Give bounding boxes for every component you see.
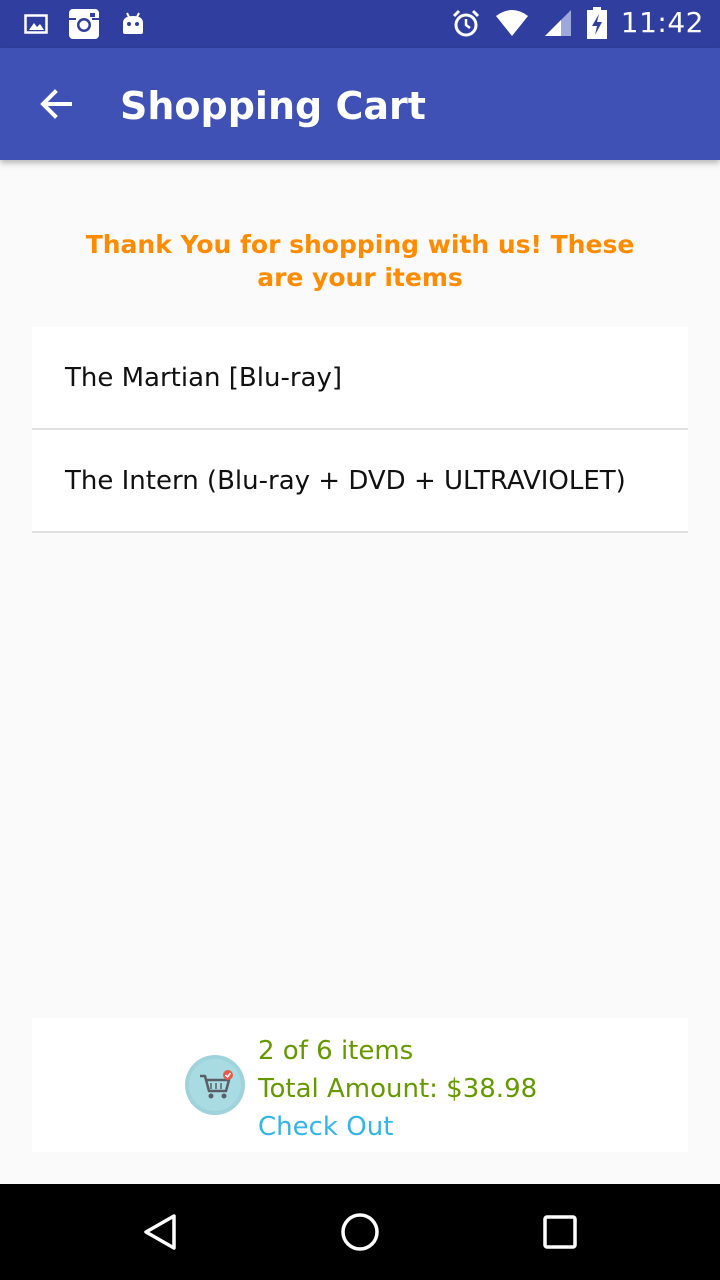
back-button[interactable] <box>28 76 84 132</box>
app-bar: Shopping Cart <box>0 48 720 160</box>
nav-recents-button[interactable] <box>536 1208 584 1256</box>
thank-you-message: Thank You for shopping with us! These ar… <box>85 230 635 292</box>
summary-text: 2 of 6 items Total Amount: $38.98 Check … <box>258 1032 537 1146</box>
android-icon <box>123 12 143 34</box>
recents-square-icon <box>543 1215 577 1249</box>
status-bar: 11:42 <box>0 0 720 48</box>
nav-home-button[interactable] <box>336 1208 384 1256</box>
alarm-icon <box>452 9 479 36</box>
navigation-bar <box>0 1184 720 1280</box>
status-time: 11:42 <box>620 6 704 39</box>
signal-icon <box>544 9 571 36</box>
cart-summary: 2 of 6 items Total Amount: $38.98 Check … <box>32 1018 688 1152</box>
checkout-link[interactable]: Check Out <box>258 1108 537 1146</box>
home-circle-icon <box>341 1213 379 1251</box>
list-item[interactable]: The Martian [Blu-ray] <box>32 327 688 430</box>
status-bar-right: 11:42 <box>451 6 704 39</box>
list-item[interactable]: The Intern (Blu-ray + DVD + ULTRAVIOLET) <box>32 430 688 533</box>
image-icon <box>24 14 48 34</box>
status-bar-left <box>24 8 146 40</box>
back-triangle-icon <box>144 1214 176 1250</box>
nav-back-button[interactable] <box>136 1208 184 1256</box>
battery-charging-icon <box>586 6 607 39</box>
page-title: Shopping Cart <box>120 84 426 128</box>
total-amount: Total Amount: $38.98 <box>258 1074 538 1104</box>
arrow-back-icon <box>40 89 72 119</box>
item-count: 2 of 6 items <box>258 1036 414 1066</box>
cart-icon <box>185 1055 245 1115</box>
wifi-icon <box>495 9 528 36</box>
cart-item-list: The Martian [Blu-ray] The Intern (Blu-ra… <box>32 327 688 533</box>
instagram-icon <box>69 9 99 39</box>
